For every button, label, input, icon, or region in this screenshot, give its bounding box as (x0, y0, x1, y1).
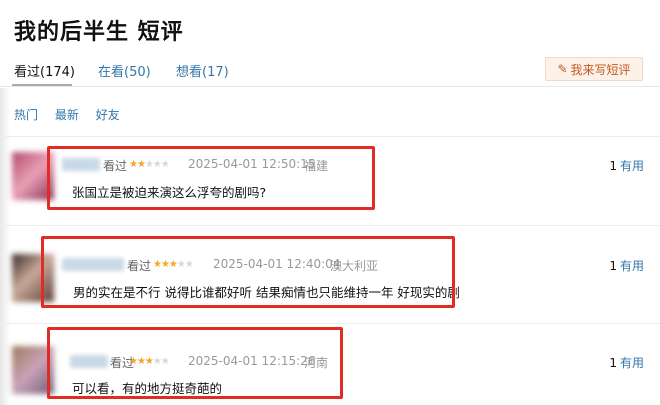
filter-latest[interactable]: 最新 (55, 108, 79, 122)
highlight-box (47, 327, 343, 399)
useful-vote[interactable]: 1 有用 (609, 257, 644, 274)
tabs-divider (0, 86, 660, 87)
tab-watched[interactable]: 看过(174) (14, 61, 75, 80)
write-review-button[interactable]: ✎ 我来写短评 (545, 57, 643, 81)
highlight-box (47, 146, 375, 210)
pencil-icon: ✎ (557, 62, 568, 76)
filter-friends[interactable]: 好友 (96, 108, 120, 122)
divider (0, 323, 660, 324)
highlight-box (41, 236, 455, 308)
write-review-label: 我来写短评 (570, 62, 631, 77)
page-title: 我的后半生 短评 (14, 20, 184, 45)
tab-watching[interactable]: 在看(50) (98, 61, 151, 80)
divider (0, 225, 660, 226)
tab-want-to-watch[interactable]: 想看(17) (176, 61, 229, 80)
filter-hot[interactable]: 热门 (14, 108, 38, 122)
useful-vote[interactable]: 1 有用 (609, 354, 644, 371)
divider (0, 136, 660, 137)
sort-filters: 热门 最新 好友 (14, 106, 133, 123)
useful-vote[interactable]: 1 有用 (609, 157, 644, 174)
